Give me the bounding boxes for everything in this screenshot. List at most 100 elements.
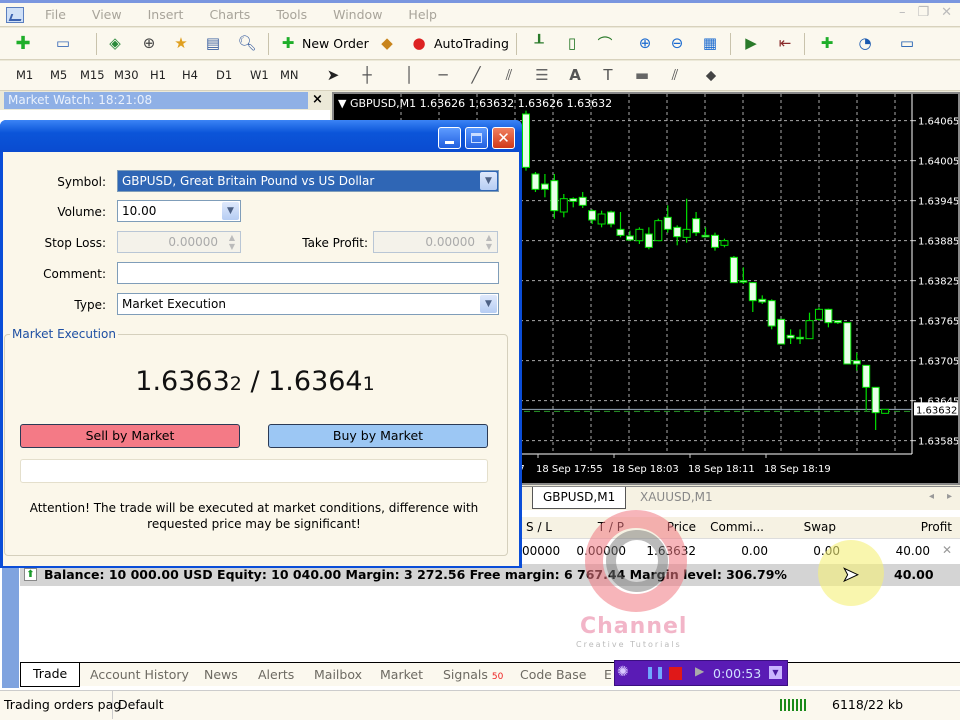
dialog-maximize-icon[interactable] <box>465 127 488 149</box>
chart-collapse-icon[interactable]: ▼ <box>338 97 346 110</box>
tab-mailbox[interactable]: Mailbox <box>314 667 362 682</box>
market-watch-icon[interactable]: ◈ <box>104 32 126 54</box>
volume-select[interactable]: 10.00 ▼ <box>117 200 241 222</box>
menu-file[interactable]: File <box>32 7 79 22</box>
autotrading-icon[interactable]: ● <box>408 32 430 54</box>
andrews-pitchfork-icon[interactable]: ⫽ <box>664 64 686 86</box>
tabs-scroll-right-icon[interactable]: ▸ <box>947 491 952 502</box>
take-profit-field[interactable]: 0.00000 ▲ ▼ <box>373 231 498 253</box>
timeframe-mn[interactable]: MN <box>280 68 299 82</box>
tile-windows-icon[interactable]: ▦ <box>699 32 721 54</box>
tabs-scroll-left-icon[interactable]: ◂ <box>929 491 934 502</box>
fibonacci-icon[interactable]: ☰ <box>531 64 553 86</box>
comment-input[interactable] <box>117 262 499 284</box>
menu-window[interactable]: Window <box>320 7 395 22</box>
col-commission[interactable]: Commi... <box>700 520 764 534</box>
sell-by-market-button[interactable]: Sell by Market <box>20 424 240 448</box>
tab-news[interactable]: News <box>204 667 238 682</box>
pause-icon[interactable]: ❚❚ <box>645 665 665 679</box>
x-tick-label: 18 Sep 18:11 <box>688 464 755 475</box>
restore-icon[interactable]: ❐ <box>917 5 929 20</box>
new-order-button[interactable]: New Order <box>302 36 369 51</box>
market-watch-close-icon[interactable]: × <box>312 92 323 107</box>
tab-alerts[interactable]: Alerts <box>258 667 294 682</box>
autotrading-button[interactable]: AutoTrading <box>434 36 509 51</box>
profiles-icon[interactable]: ▭ <box>52 32 74 54</box>
rectangle-icon[interactable]: ▬ <box>631 64 653 86</box>
candlestick-icon[interactable]: ▯ <box>561 32 583 54</box>
zoom-in-icon[interactable]: ⊕ <box>634 32 656 54</box>
chart-shift-icon[interactable]: ▶ <box>740 32 762 54</box>
recorder-menu-icon[interactable]: ▼ <box>769 666 782 679</box>
tab-experts[interactable]: E <box>604 667 612 682</box>
menu-tools[interactable]: Tools <box>263 7 320 22</box>
text-label-icon[interactable]: T <box>597 64 619 86</box>
buy-by-market-button[interactable]: Buy by Market <box>268 424 488 448</box>
indicators-icon[interactable]: ✚ <box>816 32 838 54</box>
col-swap[interactable]: Swap <box>770 520 836 534</box>
vertical-line-icon[interactable]: │ <box>398 64 420 86</box>
symbol-select[interactable]: GBPUSD, Great Britain Pound vs US Dollar… <box>117 170 499 192</box>
tab-trade[interactable]: Trade <box>20 663 81 687</box>
stop-loss-field[interactable]: 0.00000 ▲ ▼ <box>117 231 241 253</box>
type-select[interactable]: Market Execution ▼ <box>117 293 499 315</box>
menu-insert[interactable]: Insert <box>135 7 197 22</box>
text-icon[interactable]: A <box>564 64 586 86</box>
tab-code-base[interactable]: Code Base <box>520 667 586 682</box>
timeframe-w1[interactable]: W1 <box>250 68 269 82</box>
take-profit-spinner-icon[interactable]: ▲ ▼ <box>486 233 492 251</box>
tab-market[interactable]: Market <box>380 667 423 682</box>
new-order-icon[interactable]: ✚ <box>277 32 299 54</box>
zoom-out-icon[interactable]: ⊖ <box>666 32 688 54</box>
strategy-tester-icon[interactable]: 🔍︎ <box>236 32 258 54</box>
col-profit[interactable]: Profit <box>840 520 952 534</box>
periods-icon[interactable]: ◔ <box>854 32 876 54</box>
timeframe-m1[interactable]: M1 <box>16 68 33 82</box>
close-position-icon[interactable]: ✕ <box>942 543 952 557</box>
close-icon[interactable]: ✕ <box>941 5 952 20</box>
new-chart-icon[interactable]: ✚ <box>12 32 34 54</box>
menu-view[interactable]: View <box>79 7 135 22</box>
timeframe-m15[interactable]: M15 <box>80 68 105 82</box>
timeframe-h1[interactable]: H1 <box>150 68 166 82</box>
stop-loss-spinner-icon[interactable]: ▲ ▼ <box>229 233 235 251</box>
timeframe-m5[interactable]: M5 <box>50 68 67 82</box>
chart-tab-xauusd[interactable]: XAUUSD,M1 <box>630 487 723 509</box>
autoscroll-icon[interactable]: ⇤ <box>774 32 796 54</box>
chevron-down-icon[interactable]: ▼ <box>480 172 497 190</box>
signals-badge: 50 <box>491 672 504 682</box>
stop-icon[interactable] <box>669 667 682 680</box>
tab-signals[interactable]: Signals 50 <box>443 667 503 682</box>
dialog-minimize-icon[interactable] <box>438 127 461 149</box>
templates-icon[interactable]: ▭ <box>896 32 918 54</box>
chart-tab-gbpusd[interactable]: GBPUSD,M1 <box>532 487 627 509</box>
tab-account-history[interactable]: Account History <box>90 667 189 682</box>
watermark-inner <box>606 530 668 592</box>
metaeditor-icon[interactable]: ◆ <box>376 32 398 54</box>
minimize-icon[interactable]: – <box>899 5 906 20</box>
timeframe-m30[interactable]: M30 <box>114 68 139 82</box>
dialog-close-icon[interactable]: ✕ <box>492 127 515 149</box>
crosshair-icon[interactable]: ┼ <box>356 64 378 86</box>
arrows-icon[interactable]: ⬥ <box>700 64 722 86</box>
line-chart-icon[interactable]: ⌒ <box>594 32 616 54</box>
chevron-down-icon[interactable]: ▼ <box>222 202 239 220</box>
equidistant-channel-icon[interactable]: ⫽ <box>498 64 520 86</box>
timeframe-h4[interactable]: H4 <box>182 68 198 82</box>
navigator-icon[interactable]: ★ <box>170 32 192 54</box>
terminal-icon[interactable]: ▤ <box>202 32 224 54</box>
play-icon[interactable]: ▶ <box>695 664 704 678</box>
chevron-down-icon[interactable]: ▼ <box>480 295 497 313</box>
data-window-icon[interactable]: ⊕ <box>138 32 160 54</box>
timeframe-d1[interactable]: D1 <box>216 68 232 82</box>
menu-help[interactable]: Help <box>395 7 450 22</box>
menu-charts[interactable]: Charts <box>196 7 263 22</box>
candle-body <box>682 228 691 238</box>
y-tick-label: 1.64005 <box>918 157 958 168</box>
cursor-icon[interactable]: ➤ <box>322 64 344 86</box>
horizontal-line-icon[interactable]: ─ <box>432 64 454 86</box>
bid-ask-quote: 1.63632 / 1.63641 <box>0 366 510 397</box>
trendline-icon[interactable]: ╱ <box>465 64 487 86</box>
bar-chart-icon[interactable]: ┸ <box>528 32 550 54</box>
col-sl[interactable]: S / L <box>522 520 552 534</box>
